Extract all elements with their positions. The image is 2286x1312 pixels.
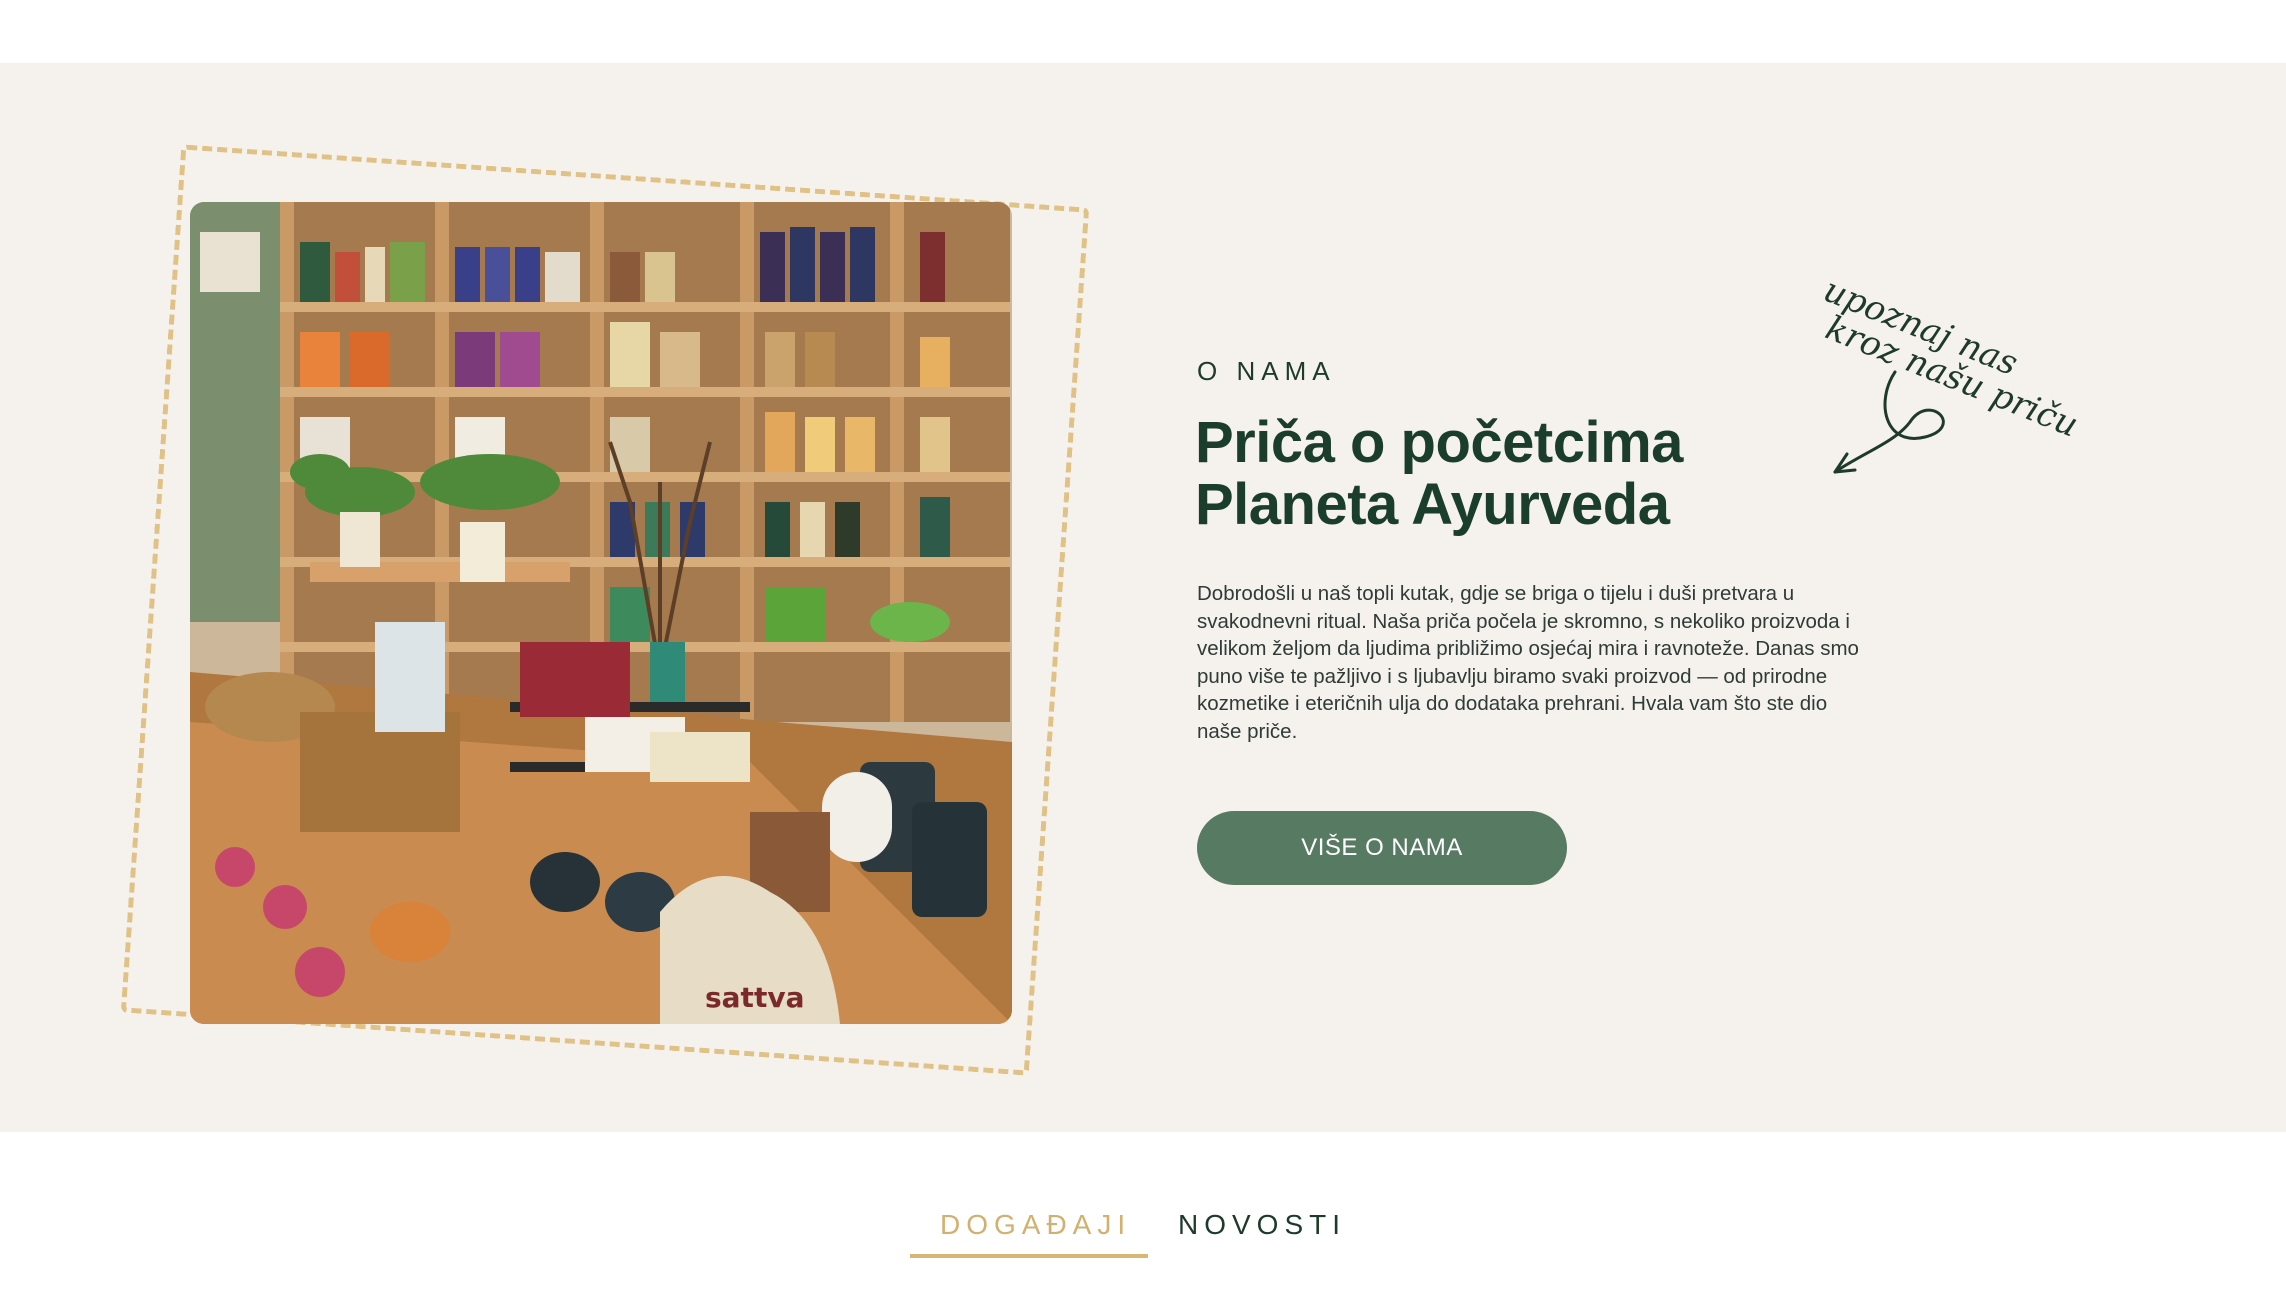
section-body-text: Dobrodošli u naš topli kutak, gdje se br… <box>1197 582 1859 743</box>
shop-interior-photo: sattva <box>190 202 1012 1024</box>
section-title-line2: Planeta Ayurveda <box>1195 472 1670 537</box>
top-header-strip <box>0 0 2286 63</box>
content-tabs: DOGAĐAJI NOVOSTI <box>0 1132 2286 1312</box>
section-title: Priča o početcima Planeta Ayurveda <box>1195 412 1895 536</box>
tab-news[interactable]: NOVOSTI <box>1178 1209 1346 1241</box>
section-label: O NAMA <box>1197 356 1336 386</box>
more-about-button[interactable]: VIŠE O NAMA <box>1197 811 1567 885</box>
active-tab-underline <box>910 1254 1148 1258</box>
curly-arrow-icon <box>1833 370 1945 474</box>
handwritten-note: upoznaj nas kroz našu priču <box>1815 262 2095 482</box>
tab-events[interactable]: DOGAĐAJI <box>940 1209 1131 1241</box>
bag-logo-text: sattva <box>705 981 804 1014</box>
section-title-line1: Priča o početcima <box>1195 410 1683 475</box>
